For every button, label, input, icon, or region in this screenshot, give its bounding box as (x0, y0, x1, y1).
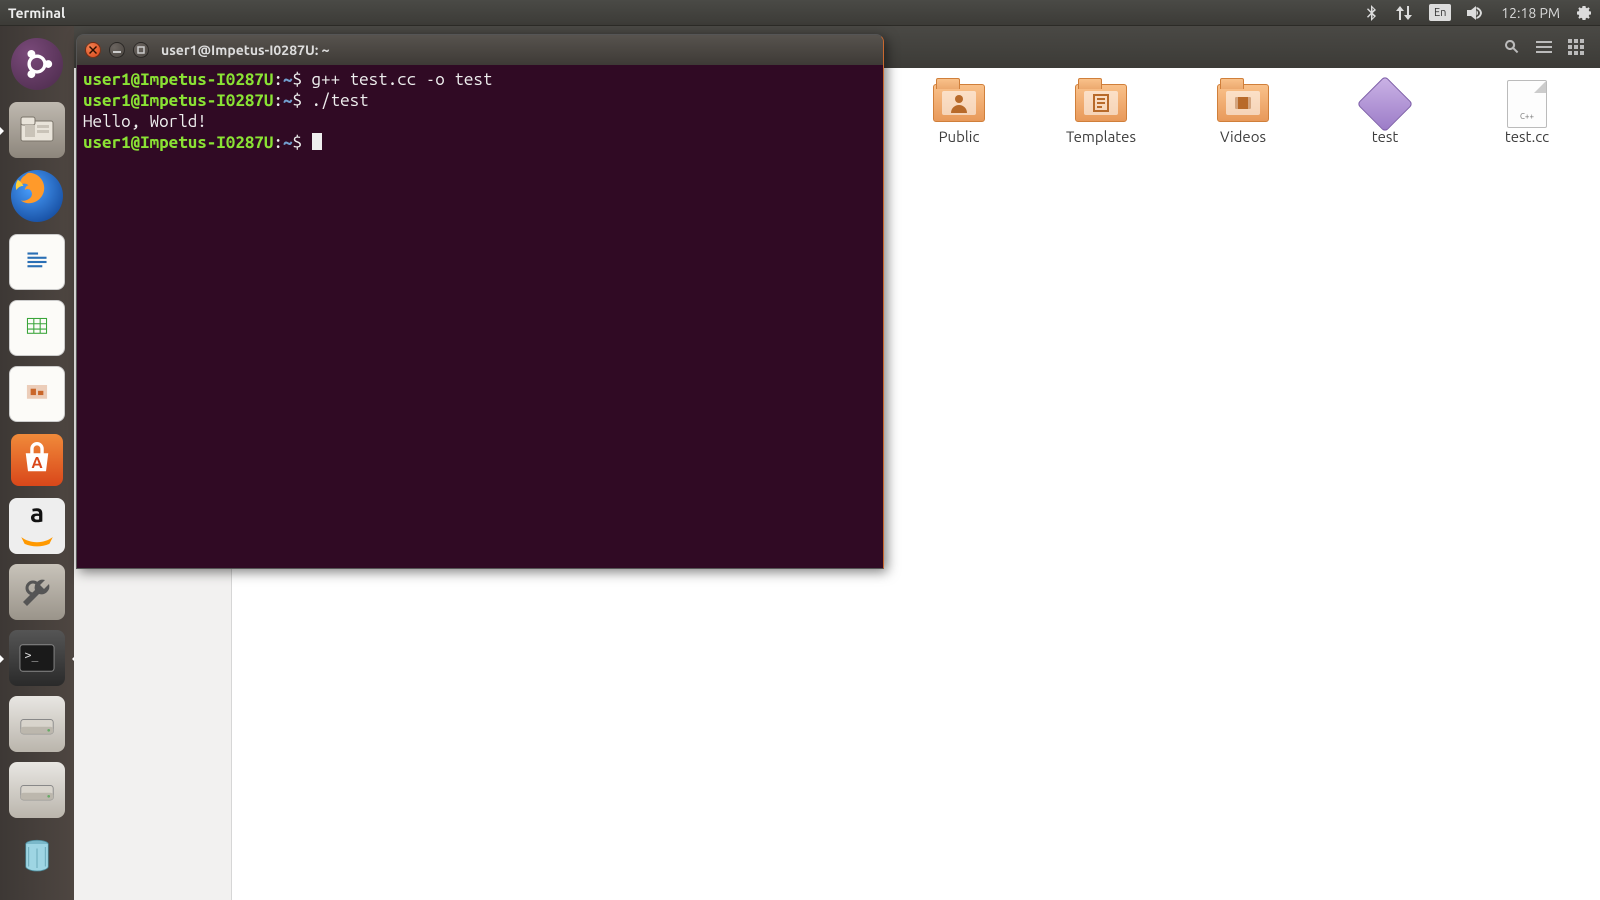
volume-icon (1467, 6, 1485, 20)
terminal-prompt-line: user1@Impetus-I0287U:~$ (83, 132, 877, 153)
launcher-dash[interactable] (9, 36, 65, 92)
session-indicator[interactable] (1568, 0, 1600, 25)
video-icon (1226, 91, 1260, 115)
files-search-button[interactable] (1498, 35, 1526, 59)
launcher-writer[interactable] (9, 234, 65, 290)
top-panel: Terminal En 12:18 PM (0, 0, 1600, 26)
window-minimize-button[interactable] (109, 42, 125, 58)
file-item-videos[interactable]: Videos (1198, 80, 1288, 145)
window-maximize-button[interactable] (133, 42, 149, 58)
launcher-trash[interactable] (9, 828, 65, 884)
terminal-prompt-line: user1@Impetus-I0287U:~$ ./test (83, 90, 877, 111)
file-item-test[interactable]: test (1340, 80, 1430, 145)
launcher-terminal[interactable]: >_ (9, 630, 65, 686)
clock-indicator[interactable]: 12:18 PM (1493, 0, 1568, 25)
person-icon (942, 91, 976, 115)
search-icon (1504, 39, 1520, 55)
files-listview-button[interactable] (1530, 35, 1558, 59)
launcher-disk1[interactable] (9, 696, 65, 752)
file-label: Public (939, 128, 980, 145)
gear-icon (1576, 5, 1592, 21)
network-updown-icon (1395, 6, 1413, 20)
bluetooth-indicator[interactable] (1357, 0, 1387, 25)
launcher-calc[interactable] (9, 300, 65, 356)
list-icon (1536, 39, 1552, 55)
launcher-software[interactable]: A (9, 432, 65, 488)
bluetooth-icon (1365, 5, 1379, 21)
launcher-amazon[interactable]: a (9, 498, 65, 554)
active-app-title: Terminal (0, 5, 65, 21)
launcher-disk2[interactable] (9, 762, 65, 818)
file-label: Videos (1220, 128, 1266, 145)
file-item-test-cc[interactable]: C++test.cc (1482, 80, 1572, 145)
file-label: Templates (1066, 128, 1136, 145)
file-item-templates[interactable]: Templates (1056, 80, 1146, 145)
grid-icon (1568, 39, 1584, 55)
launcher-files[interactable] (9, 102, 65, 158)
terminal-titlebar[interactable]: user1@Impetus-I0287U: ~ (77, 35, 883, 65)
language-badge: En (1429, 4, 1451, 21)
terminal-prompt-line: user1@Impetus-I0287U:~$ g++ test.cc -o t… (83, 69, 877, 90)
unity-launcher: Aa >_ (0, 26, 74, 900)
keyboard-indicator[interactable]: En (1421, 0, 1459, 25)
terminal-output-line: Hello, World! (83, 111, 877, 132)
file-item-public[interactable]: Public (914, 80, 1004, 145)
files-icon-grid: Public Templates Videos test C++test.cc (914, 68, 1600, 145)
sound-indicator[interactable] (1459, 0, 1493, 25)
terminal-body[interactable]: user1@Impetus-I0287U:~$ g++ test.cc -o t… (77, 65, 883, 568)
terminal-title-text: user1@Impetus-I0287U: ~ (161, 42, 330, 58)
launcher-firefox[interactable] (9, 168, 65, 224)
close-icon (89, 46, 97, 54)
launcher-settings[interactable] (9, 564, 65, 620)
file-label: test.cc (1505, 128, 1549, 145)
network-indicator[interactable] (1387, 0, 1421, 25)
minimize-icon (113, 46, 121, 54)
terminal-window[interactable]: user1@Impetus-I0287U: ~ user1@Impetus-I0… (76, 34, 884, 569)
template-icon (1084, 91, 1118, 115)
terminal-cursor (312, 133, 322, 150)
maximize-icon (137, 46, 145, 54)
window-close-button[interactable] (85, 42, 101, 58)
svg-text:A: A (31, 453, 42, 471)
svg-text:>_: >_ (25, 648, 39, 662)
launcher-impress[interactable] (9, 366, 65, 422)
files-gridview-button[interactable] (1562, 35, 1590, 59)
